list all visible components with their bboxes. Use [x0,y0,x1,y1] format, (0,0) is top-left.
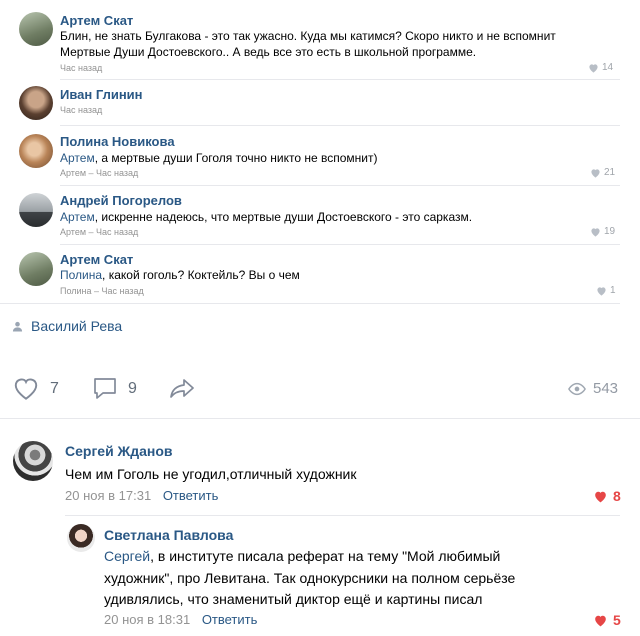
avatar[interactable] [19,252,53,286]
avatar[interactable] [19,134,53,168]
like-count[interactable]: 1 [596,285,616,296]
comment-text: художник", про Левитана. Так однокурсник… [104,570,516,586]
heart-icon [589,63,598,73]
comment-author[interactable]: Андрей Погорелов [60,193,182,208]
like-count: 7 [50,379,59,397]
separator [60,244,620,245]
comment-count: 9 [128,379,137,397]
views-counter: 543 [568,380,618,397]
comment-footer: 20 ноя в 18:31 Ответить [104,612,257,627]
like-count[interactable]: 8 [593,488,621,504]
like-count[interactable]: 21 [590,167,615,178]
reply-button[interactable]: Ответить [202,612,258,627]
comment-text: Артем, искренне надеюсь, что мертвые душ… [60,210,473,224]
comment-date: 20 ноя в 17:31 [65,488,152,503]
comment-text: Чем им Гоголь не угодил,отличный художни… [65,466,357,482]
heart-icon [595,615,606,626]
avatar[interactable] [13,441,53,481]
comment-author[interactable]: Артем Скат [60,13,133,28]
comment-time: Артем – Час назад [60,168,139,178]
comment-time: Полина – Час назад [60,286,144,296]
eye-icon [568,382,586,395]
avatar[interactable] [19,193,53,227]
separator [60,185,620,186]
heart-icon [591,227,600,237]
heart-icon [597,286,606,296]
heart-outline-icon [14,378,38,400]
avatar[interactable] [19,86,53,120]
like-button[interactable]: 7 [12,376,59,401]
avatar[interactable] [67,524,95,552]
comment-text: Мертвые Души Достоевского.. А ведь все э… [60,45,477,59]
separator [0,418,640,419]
share-icon [170,379,194,398]
post-author[interactable]: Василий Рева [12,318,122,334]
share-button[interactable] [168,376,196,406]
comment-author[interactable]: Светлана Павлова [104,527,233,543]
comment-time: Артем – Час назад [60,227,139,237]
comment-text: Сергей, в институте писала реферат на те… [104,548,501,564]
heart-icon [591,168,600,178]
reply-button[interactable]: Ответить [163,488,219,503]
reply-mention[interactable]: Артем [60,151,95,165]
comment-text: удивлялись, что знаменитый диктор ещё и … [104,591,483,607]
comment-author[interactable]: Сергей Жданов [65,443,173,459]
comment-author[interactable]: Полина Новикова [60,134,175,149]
avatar[interactable] [19,12,53,46]
separator [65,515,620,516]
comment-text: Блин, не знать Булгакова - это так ужасн… [60,29,556,43]
heart-icon [595,491,606,502]
comment-icon [94,378,116,399]
comment-time: Час назад [60,105,103,115]
comment-footer: 20 ноя в 17:31 Ответить [65,488,218,503]
comment-author[interactable]: Иван Глинин [60,87,143,102]
separator [60,125,620,126]
user-icon [12,321,23,332]
comment-text: Артем, а мертвые души Гоголя точно никто… [60,151,378,165]
separator [60,79,620,80]
reply-mention[interactable]: Артем [60,210,95,224]
like-count[interactable]: 5 [593,612,621,628]
like-count[interactable]: 14 [588,62,613,73]
comment-text: Полина, какой гоголь? Коктейль? Вы о чем [60,268,300,282]
comment-date: 20 ноя в 18:31 [104,612,191,627]
separator [0,303,620,304]
comment-author[interactable]: Артем Скат [60,252,133,267]
reply-mention[interactable]: Полина [60,268,102,282]
like-count[interactable]: 19 [590,226,615,237]
comment-time: Час назад [60,63,103,73]
reply-mention[interactable]: Сергей [104,548,150,564]
comment-button[interactable]: 9 [92,376,137,401]
